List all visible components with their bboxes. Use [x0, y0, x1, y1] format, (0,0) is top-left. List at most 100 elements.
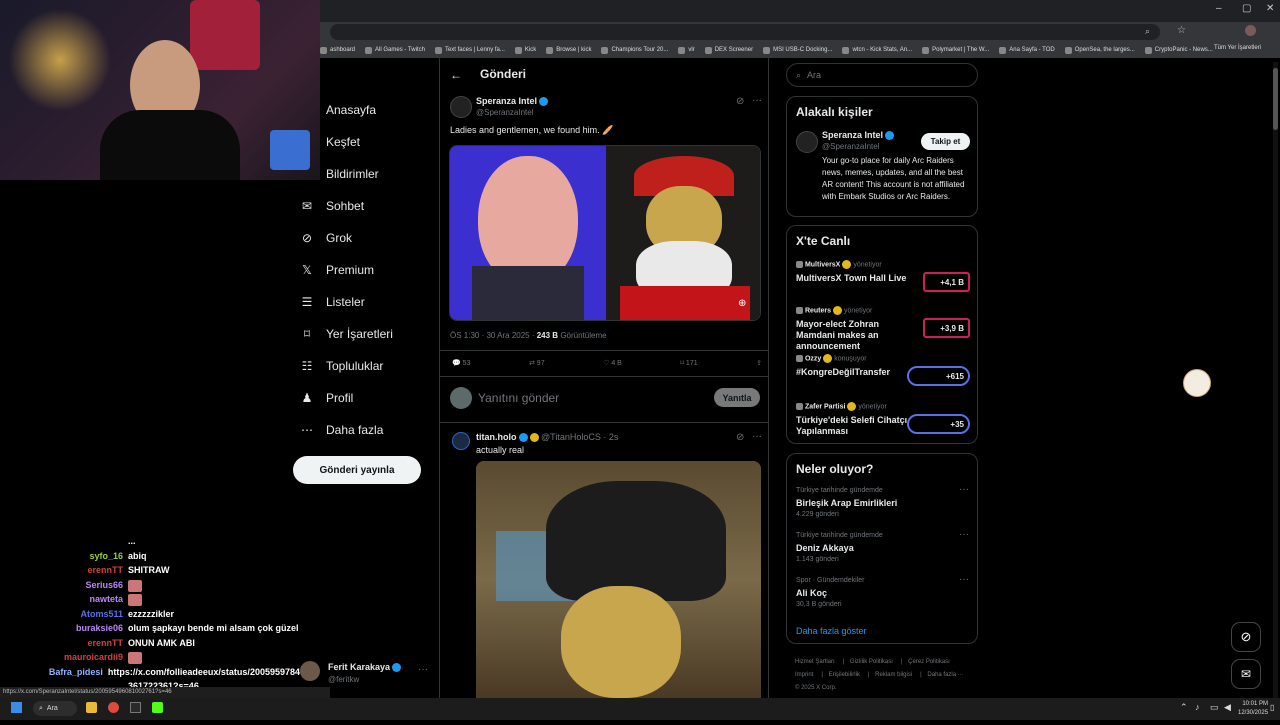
- bookmark-item[interactable]: MSI USB-C Docking...: [763, 46, 832, 54]
- tray-chevron-icon[interactable]: ⌃: [1180, 702, 1188, 713]
- post-image[interactable]: ⊕: [449, 145, 761, 321]
- live-listener-badge[interactable]: +615: [907, 366, 970, 386]
- chrome-icon[interactable]: [108, 702, 119, 713]
- nav-item-more-circle[interactable]: ⋯ Daha fazla: [300, 418, 383, 442]
- bookmark-item[interactable]: Text faces | Lenny fa...: [434, 46, 505, 54]
- close-icon[interactable]: ✕: [1266, 3, 1274, 14]
- account-name[interactable]: Ferit Karakaya: [328, 662, 402, 673]
- nav-item-bell[interactable]: 🔔Bildirimler: [300, 162, 379, 186]
- reply-image[interactable]: [476, 461, 761, 698]
- more-icon[interactable]: ···: [959, 529, 969, 540]
- nav-item-home[interactable]: ⌂Anasayfa: [300, 98, 376, 122]
- nav-item-x-logo[interactable]: 𝕏 Premium: [300, 258, 374, 282]
- file-explorer-icon[interactable]: [86, 702, 97, 713]
- live-listener-badge[interactable]: +35: [907, 414, 970, 434]
- live-host[interactable]: Reuters yönetiyor: [796, 306, 872, 315]
- messages-float-icon[interactable]: ✉: [1231, 659, 1261, 689]
- minimize-icon[interactable]: –: [1216, 3, 1222, 14]
- live-space-title[interactable]: #KongreDeğilTransfer: [796, 367, 918, 378]
- account-avatar[interactable]: [300, 661, 320, 681]
- nav-item-bookmark[interactable]: ⌑ Yer İşaretleri: [300, 322, 393, 346]
- network-icon[interactable]: ▭: [1210, 702, 1219, 713]
- bookmark-item[interactable]: All Games - Twitch: [365, 46, 425, 54]
- bookmark-item[interactable]: Champions Tour 20...: [601, 46, 668, 54]
- profile-avatar[interactable]: [1245, 25, 1256, 36]
- taskbar-search[interactable]: ⌕ Ara: [33, 701, 77, 716]
- bookmark-item[interactable]: OpenSea, the larges...: [1064, 46, 1135, 54]
- back-arrow-icon[interactable]: ←: [450, 68, 462, 82]
- windows-start-icon[interactable]: [11, 702, 22, 713]
- bookmark-item[interactable]: ashboard: [320, 46, 355, 54]
- bookmark-item[interactable]: Browse | kick: [546, 46, 591, 54]
- nav-item-search[interactable]: ⌕Keşfet: [300, 130, 360, 154]
- more-icon[interactable]: ···: [959, 574, 969, 585]
- bookmark-item[interactable]: Ana Sayfa - TOD: [999, 46, 1055, 54]
- reply-header[interactable]: titan.holo @TitanHoloCS · 2s: [476, 432, 618, 443]
- author-avatar[interactable]: [450, 96, 472, 118]
- more-icon[interactable]: ···: [752, 431, 762, 442]
- live-host[interactable]: Zafer Partisi yönetiyor: [796, 402, 887, 411]
- all-bookmarks[interactable]: Tüm Yer İşaretleri: [1214, 45, 1261, 51]
- nav-item-grok[interactable]: ⊘ Grok: [300, 226, 352, 250]
- repost-action[interactable]: ⇄ 97: [529, 359, 545, 367]
- live-space-title[interactable]: Mayor-elect Zohran Mamdani makes an anno…: [796, 319, 918, 352]
- volume-icon[interactable]: ◀: [1224, 702, 1231, 713]
- follow-button[interactable]: Takip et: [921, 133, 970, 150]
- grok-image-icon[interactable]: ⊕: [738, 298, 746, 309]
- extension-badge-icon[interactable]: [1183, 369, 1211, 397]
- reply-action[interactable]: 💬 53: [452, 359, 470, 367]
- address-bar[interactable]: [330, 24, 1160, 40]
- live-host[interactable]: MultiversX yönetiyor: [796, 260, 882, 269]
- kick-icon[interactable]: [152, 702, 163, 713]
- bookmark-item[interactable]: CryptoPanic - News...: [1144, 46, 1213, 54]
- more-icon[interactable]: ···: [959, 484, 969, 495]
- grok-icon[interactable]: ⊘: [736, 96, 744, 107]
- like-action[interactable]: ♡ 4 B: [603, 359, 622, 367]
- show-more-link[interactable]: Daha fazla göster: [796, 626, 867, 636]
- share-icon[interactable]: ⇪: [756, 359, 762, 367]
- trend-name[interactable]: Ali Koç: [796, 588, 827, 598]
- footer-link[interactable]: Gizlilik Politikası: [850, 659, 893, 665]
- nav-item-list[interactable]: ☰ Listeler: [300, 290, 365, 314]
- nav-item-communities[interactable]: ☷ Topluluklar: [300, 354, 384, 378]
- star-icon[interactable]: ☆: [1177, 25, 1186, 36]
- reply-button[interactable]: Yanıtla: [714, 388, 760, 407]
- reply-input[interactable]: Yanıtını gönder: [478, 391, 559, 405]
- nav-item-profile[interactable]: ♟ Profil: [300, 386, 354, 410]
- reply-avatar[interactable]: [452, 432, 470, 450]
- search-input[interactable]: ⌕ Ara: [786, 63, 978, 87]
- live-space-title[interactable]: Türkiye'deki Selefi Cihatçı Yapılanması: [796, 415, 918, 437]
- live-host[interactable]: Ozzy konuşuyor: [796, 354, 867, 363]
- bookmark-item[interactable]: vlr: [678, 46, 695, 54]
- more-icon[interactable]: ···: [752, 95, 762, 106]
- trend-name[interactable]: Birleşik Arap Emirlikleri: [796, 498, 897, 508]
- footer-link[interactable]: Erişilebilirlik: [829, 672, 860, 678]
- bookmark-item[interactable]: DEX Screener: [704, 46, 753, 54]
- related-name[interactable]: Speranza Intel: [822, 130, 895, 141]
- more-icon[interactable]: ···: [418, 664, 428, 675]
- live-listener-badge[interactable]: +4,1 B: [923, 272, 970, 292]
- live-space-title[interactable]: MultiversX Town Hall Live: [796, 273, 918, 284]
- app-icon[interactable]: [130, 702, 141, 713]
- bookmark-item[interactable]: Kick: [514, 46, 536, 54]
- maximize-icon[interactable]: ▢: [1242, 3, 1251, 14]
- microphone-icon[interactable]: ♪: [1195, 702, 1200, 712]
- footer-link[interactable]: Çerez Politikası: [908, 659, 950, 665]
- grok-icon[interactable]: ⊘: [736, 432, 744, 443]
- notification-icon[interactable]: ▯: [1270, 703, 1274, 712]
- footer-link[interactable]: Hizmet Şartları: [795, 659, 835, 665]
- footer-link[interactable]: Daha fazla ···: [927, 672, 963, 678]
- post-button[interactable]: Gönderi yayınla: [293, 456, 421, 484]
- clock[interactable]: 10:01 PM 12/30/2025: [1238, 700, 1268, 718]
- footer-link[interactable]: Reklam bilgisi: [875, 672, 912, 678]
- footer-link[interactable]: Imprint: [795, 672, 813, 678]
- zoom-icon[interactable]: ⌕: [1145, 26, 1150, 37]
- live-listener-badge[interactable]: +3,9 B: [923, 318, 970, 338]
- nav-item-mail[interactable]: ✉ Sohbet: [300, 194, 364, 218]
- author-name[interactable]: Speranza Intel: [476, 96, 549, 107]
- related-avatar[interactable]: [796, 131, 818, 153]
- scrollbar[interactable]: [1273, 62, 1278, 698]
- bookmark-item[interactable]: Polymarket | The W...: [922, 46, 989, 54]
- bookmark-action[interactable]: ⌑ 171: [680, 359, 697, 367]
- grok-float-icon[interactable]: ⊘: [1231, 622, 1261, 652]
